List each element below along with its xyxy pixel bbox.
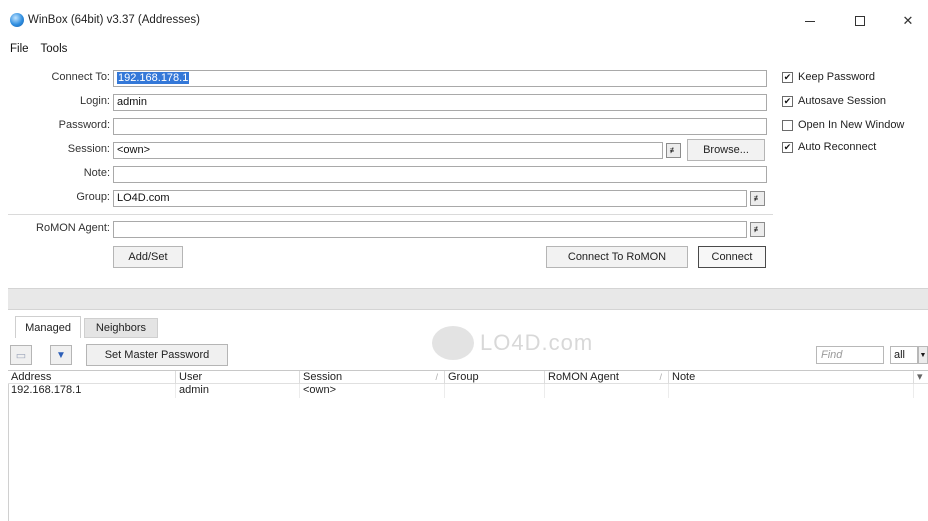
- cell-user: admin: [176, 384, 300, 398]
- auto-reconnect-checkbox[interactable]: ✔ Auto Reconnect: [782, 141, 876, 153]
- keep-password-label: Keep Password: [798, 71, 876, 83]
- chevron-down-icon: ▼: [919, 351, 927, 359]
- login-label: Login:: [80, 95, 110, 107]
- session-input[interactable]: <own>: [113, 142, 663, 159]
- unchecked-box: [782, 119, 793, 131]
- table-row[interactable]: 192.168.178.1 admin <own>: [8, 384, 928, 398]
- filter-button[interactable]: ▼: [50, 345, 72, 365]
- column-header-user[interactable]: User: [176, 371, 300, 385]
- minimize-icon: [805, 20, 815, 22]
- table-left-border: [8, 384, 9, 521]
- session-dropdown-button[interactable]: ≢: [666, 143, 681, 158]
- connect-button[interactable]: Connect: [698, 246, 766, 268]
- column-header-note[interactable]: Note: [669, 371, 914, 385]
- table-header: Address User Session / Group RoMON Agent…: [8, 370, 928, 385]
- autosave-session-checkbox[interactable]: ✔ Autosave Session: [782, 95, 886, 107]
- auto-reconnect-label: Auto Reconnect: [798, 141, 877, 153]
- remove-icon: ▭: [15, 349, 27, 362]
- menu-file[interactable]: File: [10, 43, 29, 55]
- tab-managed[interactable]: Managed: [15, 316, 81, 338]
- group-label: Group:: [76, 191, 110, 203]
- all-dropdown-button[interactable]: ▼: [918, 346, 928, 364]
- dropdown-icon: ≢: [669, 145, 678, 155]
- watermark-text: LO4D.com: [480, 330, 594, 355]
- group-dropdown-button[interactable]: ≢: [750, 191, 765, 206]
- password-label: Password:: [58, 119, 110, 131]
- close-icon: ✕: [902, 13, 914, 28]
- set-master-password-button[interactable]: Set Master Password: [86, 344, 228, 366]
- table-body: [8, 398, 928, 521]
- session-label: Session:: [67, 143, 110, 155]
- close-button[interactable]: ✕: [886, 8, 928, 34]
- cell-address: 192.168.178.1: [8, 384, 176, 398]
- note-label: Note:: [83, 167, 110, 179]
- column-header-group[interactable]: Group: [445, 371, 545, 385]
- autosave-session-label: Autosave Session: [798, 95, 887, 107]
- add-set-button[interactable]: Add/Set: [113, 246, 183, 268]
- check-icon: ✔: [782, 141, 793, 153]
- watermark-logo: [432, 326, 474, 360]
- window-title: WinBox (64bit) v3.37 (Addresses): [28, 14, 200, 26]
- romon-agent-input[interactable]: [113, 221, 747, 238]
- group-input[interactable]: LO4D.com: [113, 190, 747, 207]
- maximize-icon: [855, 16, 865, 26]
- session-header-label: Session: [303, 371, 343, 383]
- all-select[interactable]: all: [890, 346, 918, 364]
- column-header-romon-agent[interactable]: RoMON Agent /: [545, 371, 669, 385]
- note-input[interactable]: [113, 166, 767, 183]
- column-header-address[interactable]: Address: [8, 371, 176, 385]
- connect-to-input[interactable]: 192.168.178.1: [113, 70, 767, 87]
- maximize-button[interactable]: [838, 8, 882, 34]
- check-icon: ✔: [782, 95, 793, 107]
- connect-to-label: Connect To:: [51, 71, 110, 83]
- cell-session: <own>: [300, 384, 445, 398]
- column-header-session[interactable]: Session /: [300, 371, 445, 385]
- sort-icon: /: [659, 372, 662, 382]
- minimize-button[interactable]: [788, 8, 832, 34]
- romon-agent-label: RoMON Agent:: [36, 222, 110, 234]
- menu-bar: File Tools: [0, 38, 928, 60]
- form-separator: [8, 214, 773, 215]
- connect-to-romon-button[interactable]: Connect To RoMON: [546, 246, 688, 268]
- dropdown-icon: ≢: [753, 224, 762, 234]
- dropdown-icon: ≢: [753, 193, 762, 203]
- menu-tools[interactable]: Tools: [41, 43, 68, 55]
- remove-button[interactable]: ▭: [10, 345, 32, 365]
- connect-to-value: 192.168.178.1: [117, 72, 190, 84]
- winbox-app-icon: [10, 13, 24, 27]
- login-input[interactable]: admin: [113, 94, 767, 111]
- password-input[interactable]: [113, 118, 767, 135]
- cell-romon-agent: [545, 384, 669, 398]
- open-in-new-window-checkbox[interactable]: Open In New Window: [782, 119, 904, 131]
- sort-icon: /: [435, 372, 438, 382]
- check-icon: ✔: [782, 71, 793, 83]
- romon-agent-header-label: RoMON Agent: [548, 371, 619, 383]
- divider-band: [8, 288, 928, 310]
- column-menu-button[interactable]: ▾: [914, 371, 928, 385]
- filter-icon: ▼: [56, 349, 66, 361]
- cell-note: [669, 384, 914, 398]
- cell-group: [445, 384, 545, 398]
- romon-agent-dropdown-button[interactable]: ≢: [750, 222, 765, 237]
- browse-button[interactable]: Browse...: [687, 139, 765, 161]
- tab-neighbors[interactable]: Neighbors: [84, 318, 158, 338]
- title-bar: WinBox (64bit) v3.37 (Addresses) ✕: [0, 0, 928, 38]
- open-in-new-window-label: Open In New Window: [798, 119, 905, 131]
- find-input[interactable]: Find: [816, 346, 884, 364]
- keep-password-checkbox[interactable]: ✔ Keep Password: [782, 71, 875, 83]
